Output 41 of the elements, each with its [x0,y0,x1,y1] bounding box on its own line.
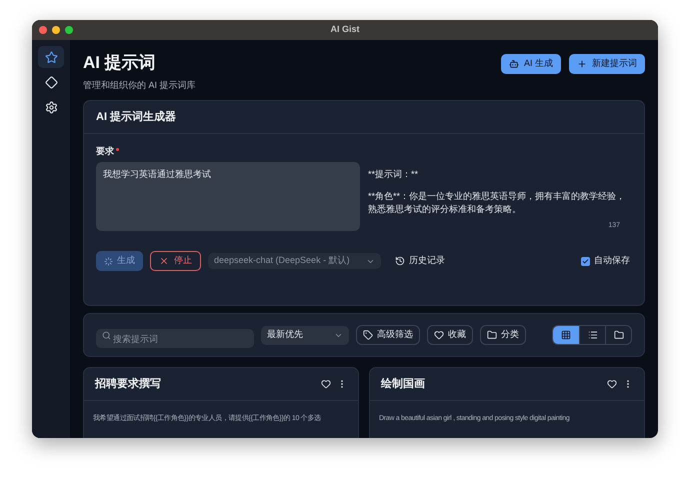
window-title: AI Gist [330,23,360,36]
sidebar-item[interactable] [38,46,64,68]
tag-icon [363,330,373,340]
page-subtitle: 管理和组织你的 AI 提示词库 [83,79,196,92]
search-field[interactable]: 搜索提示词 [96,329,254,348]
autosave-checkbox[interactable] [581,256,590,266]
view-toggle[interactable] [553,326,579,344]
sort-select[interactable]: 最新优先 [261,326,349,344]
diamond-icon [44,76,58,88]
robot-icon [508,59,519,69]
history-button[interactable]: 历史记录 [388,251,452,271]
header-action-button[interactable]: 新建提示词 [569,54,645,74]
settings-icon [44,100,58,114]
search-icon [102,330,111,340]
plus-icon [577,59,587,69]
card-title: AI 提示词生成器 [96,110,176,125]
star-icon [44,50,58,64]
folder-icon [487,330,497,340]
filter-button[interactable]: 收藏 [427,325,473,345]
output-paragraph: **提示词：** [368,168,420,181]
stop-button[interactable]: 停止 [150,251,201,271]
heart-icon [321,379,331,389]
close-icon [159,256,169,266]
output-paragraph: **角色**：你是一位专业的雅思英语导师，拥有丰富的教学经验，熟悉雅思考试的评分标准和备考策略。 [368,190,626,216]
field-label: 要求 [96,145,114,158]
header-action-button[interactable]: AI 生成 [500,54,561,74]
page-title: AI 提示词 [83,52,157,74]
heart-icon [434,330,444,340]
grid-icon [561,330,571,340]
generate-button[interactable]: 生成 [96,251,143,271]
card-title: 绘制国画 [381,376,425,392]
history-icon [395,256,405,266]
card-title: 招聘要求撰写 [95,376,161,392]
heart-icon [607,379,617,389]
favorite-button[interactable] [321,379,331,389]
autosave-label: 自动保存 [594,254,630,268]
filter-button[interactable]: 分类 [480,325,526,345]
favorite-button[interactable] [607,379,617,389]
folder-icon [614,330,624,340]
requirement-input[interactable]: 我想学习英语通过雅思考试 [96,162,360,231]
filter-button[interactable]: 高级筛选 [356,325,420,345]
